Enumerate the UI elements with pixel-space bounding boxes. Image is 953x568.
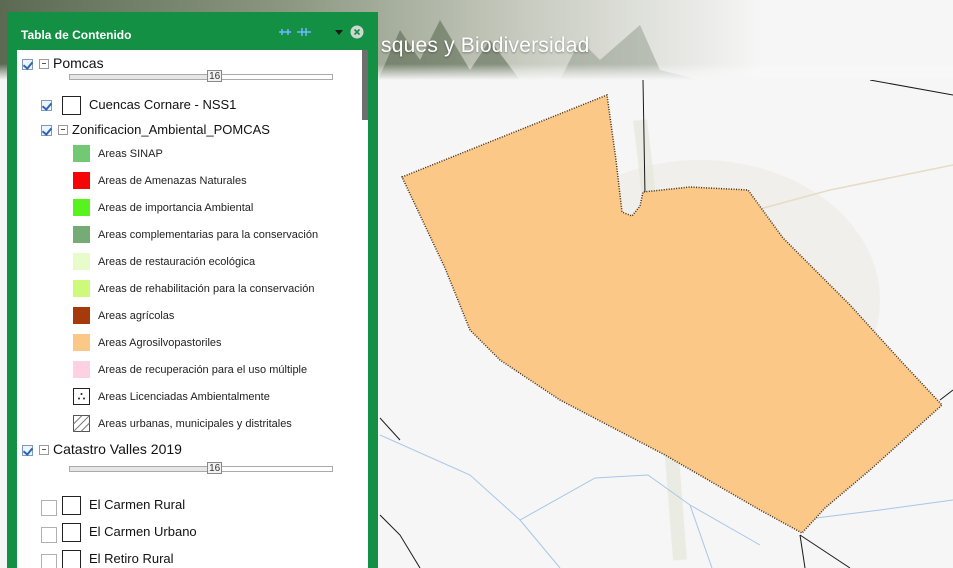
legend-label: Areas Licenciadas Ambientalmente: [98, 391, 270, 403]
legend-item: Areas agrícolas: [17, 305, 362, 327]
legend-item: Areas de Amenazas Naturales: [17, 170, 362, 192]
legend-item: Areas Licenciadas Ambientalmente: [17, 386, 362, 408]
layer-item-el-retiro-rural[interactable]: El Retiro Rural: [17, 548, 362, 568]
slider-track-fill: [70, 467, 215, 471]
layer-label: El Carmen Urbano: [89, 524, 197, 539]
slider-track-fill: [70, 75, 215, 79]
layer-symbol: [62, 96, 81, 115]
layer-symbol: [62, 523, 81, 542]
collapse-toggle[interactable]: [58, 125, 68, 135]
layer-label: El Carmen Rural: [89, 497, 186, 512]
close-icon[interactable]: [350, 25, 364, 39]
menu-dropdown-icon[interactable]: [334, 25, 344, 39]
layer-checkbox[interactable]: [22, 445, 33, 456]
toc-layer-list[interactable]: Pomcas 16 Cuencas Cornare - NSS1 Zonific…: [17, 50, 368, 568]
legend-swatch: [73, 280, 90, 297]
scrollbar-thumb[interactable]: [362, 50, 368, 120]
legend-label: Areas complementarias para la conservaci…: [98, 229, 319, 241]
collapse-all-icon[interactable]: [278, 25, 292, 39]
legend-label: Areas de restauración ecológica: [98, 256, 256, 268]
legend-swatch: [73, 226, 90, 243]
legend-swatch: [73, 145, 90, 162]
expand-all-icon[interactable]: [296, 25, 312, 39]
layer-label: Cuencas Cornare - NSS1: [89, 97, 237, 112]
legend-item: Areas de importancia Ambiental: [17, 197, 362, 219]
toc-toolbar: [278, 25, 368, 41]
layer-group-pomcas[interactable]: Pomcas: [17, 54, 362, 76]
legend-item: Areas de recuperación para el uso múltip…: [17, 359, 362, 381]
layer-checkbox[interactable]: [41, 554, 57, 568]
slider-thumb[interactable]: 16: [207, 70, 223, 82]
legend-label: Areas de importancia Ambiental: [98, 202, 254, 214]
legend-label: Areas agrícolas: [98, 310, 175, 322]
legend-label: Areas de Amenazas Naturales: [98, 175, 247, 187]
legend-item: Areas SINAP: [17, 143, 362, 165]
collapse-toggle[interactable]: [39, 59, 49, 69]
layer-label: El Retiro Rural: [89, 551, 174, 566]
legend-label: Areas de recuperación para el uso múltip…: [98, 364, 308, 376]
layer-item-zonificacion[interactable]: Zonificacion_Ambiental_POMCAS: [17, 120, 362, 142]
slider-thumb[interactable]: 16: [207, 462, 223, 474]
banner-title: sques y Biodiversidad: [381, 34, 590, 57]
legend-item: Areas urbanas, municipales y distritales: [17, 413, 362, 435]
legend-item: Areas de rehabilitación para la conserva…: [17, 278, 362, 300]
layer-item-cuencas[interactable]: Cuencas Cornare - NSS1: [17, 94, 362, 116]
legend-item: Areas de restauración ecológica: [17, 251, 362, 273]
layer-group-label: Pomcas: [53, 55, 104, 71]
legend-swatch: [73, 199, 90, 216]
table-of-contents-panel: Tabla de Contenido Pomcas 16 Cuencas Cor…: [7, 12, 378, 568]
layer-label: Zonificacion_Ambiental_POMCAS: [72, 122, 270, 137]
layer-group-catastro[interactable]: Catastro Valles 2019: [17, 440, 362, 462]
legend-swatch: [73, 307, 90, 324]
transparency-slider[interactable]: 16: [69, 70, 333, 82]
layer-item-el-carmen-rural[interactable]: El Carmen Rural: [17, 494, 362, 516]
layer-symbol: [62, 496, 81, 515]
legend-swatch: [73, 172, 90, 189]
toc-title: Tabla de Contenido: [21, 28, 132, 42]
layer-symbol: [62, 550, 81, 568]
toc-header[interactable]: Tabla de Contenido: [7, 12, 378, 42]
legend-label: Areas urbanas, municipales y distritales: [98, 418, 292, 430]
layer-group-label: Catastro Valles 2019: [53, 441, 182, 457]
legend-label: Areas SINAP: [98, 148, 163, 160]
layer-checkbox[interactable]: [41, 500, 57, 516]
dots-pattern-icon: [73, 388, 90, 405]
collapse-toggle[interactable]: [39, 445, 49, 455]
transparency-slider[interactable]: 16: [69, 462, 333, 474]
legend-item: Areas complementarias para la conservaci…: [17, 224, 362, 246]
hatch-pattern-icon: [73, 415, 90, 432]
legend-label: Areas de rehabilitación para la conserva…: [98, 283, 315, 295]
legend-swatch: [73, 361, 90, 378]
layer-checkbox[interactable]: [22, 59, 33, 70]
legend-label: Areas Agrosilvopastoriles: [98, 337, 222, 349]
legend-swatch: [73, 334, 90, 351]
layer-checkbox[interactable]: [41, 100, 52, 111]
legend-swatch: [73, 253, 90, 270]
layer-checkbox[interactable]: [41, 527, 57, 543]
legend-item: Areas Agrosilvopastoriles: [17, 332, 362, 354]
layer-checkbox[interactable]: [41, 125, 52, 136]
layer-item-el-carmen-urbano[interactable]: El Carmen Urbano: [17, 521, 362, 543]
